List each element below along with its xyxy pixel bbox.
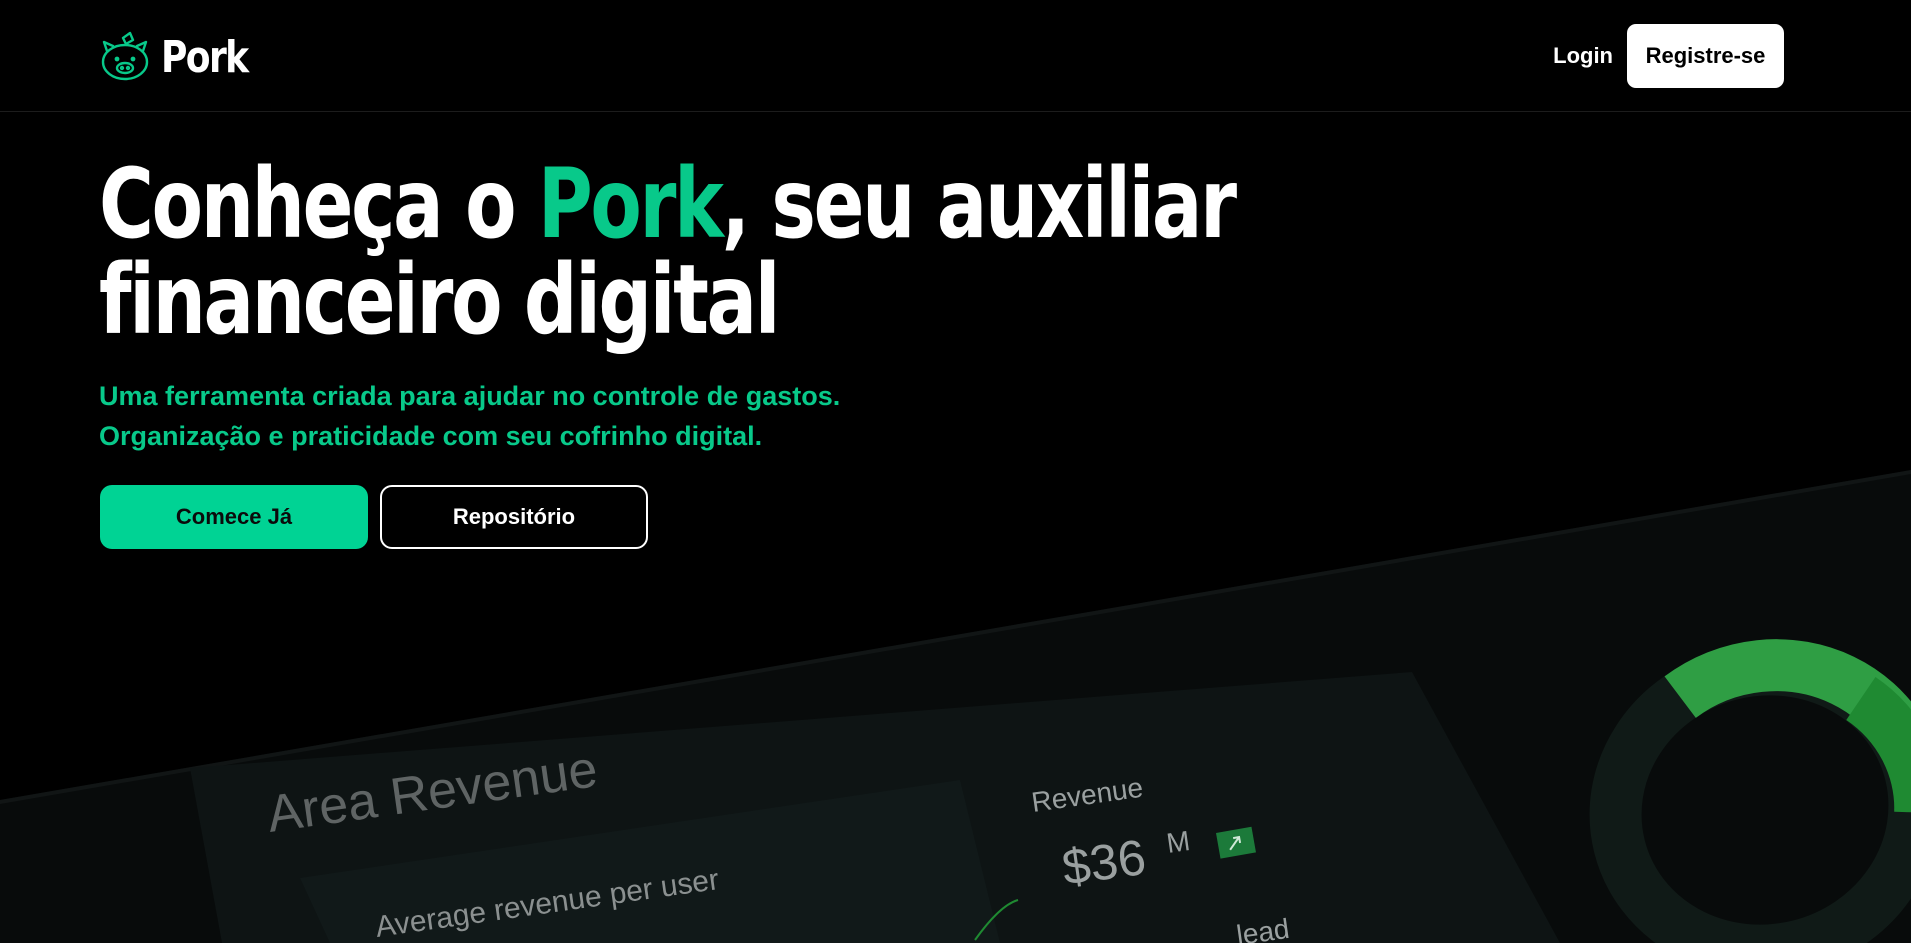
revenue-label: Revenue (1030, 772, 1145, 818)
top-navbar: Pork Login Registre-se (0, 0, 1911, 112)
revenue-unit: M (1165, 825, 1192, 859)
revenue-value: $36 (1059, 829, 1149, 896)
donut-chart (1589, 639, 1911, 943)
area-chart-line (974, 899, 1019, 941)
login-link[interactable]: Login (1551, 43, 1615, 69)
get-started-button[interactable]: Comece Já (100, 485, 368, 549)
hero-subtitle: Uma ferramenta criada para ajudar no con… (99, 376, 840, 456)
donut-segment (1664, 639, 1911, 815)
brand-name: Pork (161, 31, 249, 83)
hero-subtitle-line2: Organização e praticidade com seu cofrin… (99, 421, 763, 451)
hero-subtitle-line1: Uma ferramenta criada para ajudar no con… (99, 381, 841, 411)
trend-up-icon (1216, 826, 1256, 859)
dashboard-preview: Area Revenue Average revenue per user Re… (0, 0, 1911, 943)
hero-title-line2: financeiro digital (99, 244, 780, 356)
inner-panel (300, 780, 1000, 943)
brand-logo[interactable]: Pork (99, 30, 266, 84)
register-button[interactable]: Registre-se (1627, 24, 1784, 88)
hero-title: Conheça o Pork, seu auxiliar financeiro … (99, 156, 1237, 348)
hero-title-tail: , seu auxiliar (721, 148, 1237, 260)
landing-page: Area Revenue Average revenue per user Re… (0, 0, 1911, 943)
revenue-card (190, 672, 1560, 943)
piggy-bank-icon (101, 31, 149, 81)
card-subtitle: Average revenue per user (373, 863, 721, 943)
dashboard-preview-graphic: Area Revenue Average revenue per user Re… (0, 470, 1911, 943)
card-title: Area Revenue (264, 740, 601, 844)
repository-button[interactable]: Repositório (380, 485, 648, 549)
auth-actions: Login Registre-se (1551, 24, 1784, 88)
cut-off-label: lead (1235, 913, 1292, 943)
